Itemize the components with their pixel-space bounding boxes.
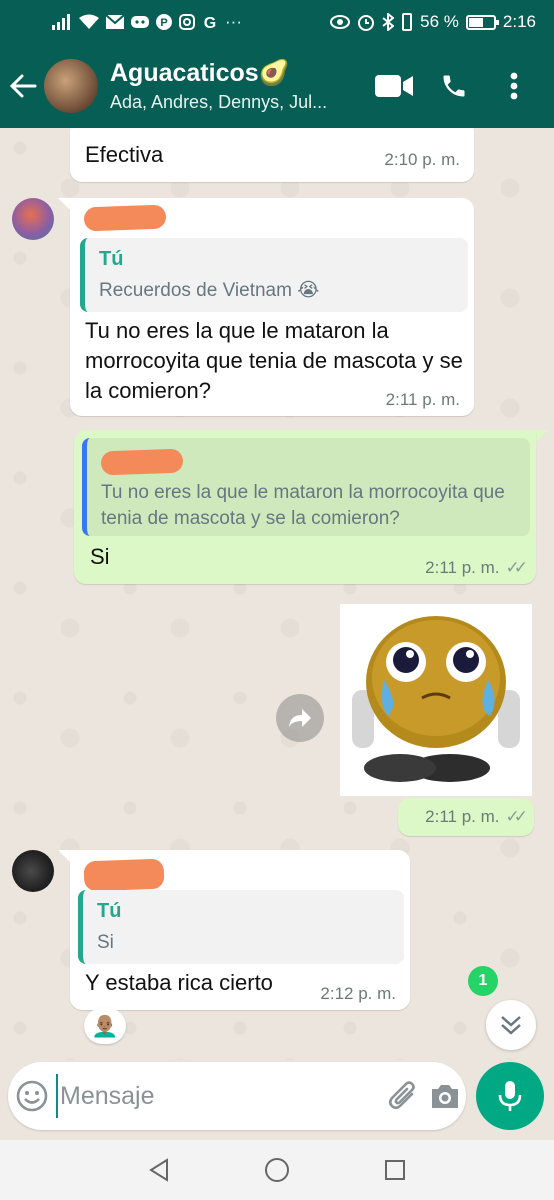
video-call-icon <box>375 75 413 97</box>
message-bubble-incoming[interactable]: Efectiva 2:10 p. m. <box>70 128 474 182</box>
message-time: 2:11 p. m. <box>386 390 460 410</box>
status-right-icons: 56 % 2:16 <box>330 12 536 32</box>
forward-button[interactable] <box>276 694 324 742</box>
message-text: Efectiva <box>85 142 164 167</box>
discord-icon <box>131 16 149 28</box>
microphone-icon <box>498 1081 522 1111</box>
camera-button[interactable] <box>424 1062 466 1130</box>
quote-text: Tu no eres la que le mataron la morrocoy… <box>101 482 505 529</box>
message-time: 2:11 p. m. ✓✓ <box>425 807 528 827</box>
more-options-button[interactable] <box>484 56 544 116</box>
nav-recents-button[interactable] <box>365 1140 425 1200</box>
message-bubble-incoming[interactable]: Tú Si Y estaba rica cierto 2:12 p. m. <box>70 850 410 1010</box>
eye-icon <box>330 15 351 29</box>
nav-back-icon <box>149 1158 168 1182</box>
sender-name-redacted <box>83 858 165 892</box>
emoji-button[interactable] <box>8 1062 56 1130</box>
message-text: Si <box>90 544 110 569</box>
quoted-sender-redacted <box>100 448 184 476</box>
time-text: 2:10 p. m. <box>384 150 460 169</box>
quote-text: Si <box>97 932 114 953</box>
camera-icon <box>432 1085 458 1108</box>
time-text: 2:11 p. m. <box>425 558 500 577</box>
emoji-icon <box>16 1080 48 1112</box>
message-time: 2:10 p. m. <box>384 150 460 170</box>
system-nav-bar <box>0 1140 554 1200</box>
quote-author: Tú <box>99 248 124 270</box>
battery-icon <box>465 14 499 30</box>
time-text: 2:12 p. m. <box>320 984 396 1003</box>
nav-recents-icon <box>385 1160 405 1180</box>
paperclip-icon <box>388 1081 415 1110</box>
more-notifications: ··· <box>225 12 242 31</box>
svg-text:G: G <box>204 15 216 30</box>
message-reaction[interactable]: 👨🏽‍🦲 <box>84 1008 126 1044</box>
video-call-button[interactable] <box>364 56 424 116</box>
message-text: Y estaba rica cierto <box>85 970 273 995</box>
wifi-icon <box>79 14 99 29</box>
nav-back-button[interactable] <box>129 1140 189 1200</box>
forward-icon <box>289 709 311 727</box>
crying-sticker-image <box>352 616 520 782</box>
voice-call-icon <box>443 75 465 97</box>
chat-header: Aguacaticos🥑 Ada, Andres, Dennys, Jul... <box>0 44 554 128</box>
chat-title: Aguacaticos🥑 <box>110 59 364 88</box>
chat-area[interactable]: Efectiva 2:10 p. m. Tú Recuerdos de Viet… <box>0 128 554 1060</box>
quote-author: Tú <box>97 900 122 922</box>
voice-call-button[interactable] <box>424 56 484 116</box>
nav-home-button[interactable] <box>247 1140 307 1200</box>
chat-title-text: Aguacaticos <box>110 59 259 87</box>
scroll-to-bottom-button[interactable] <box>486 1000 536 1050</box>
mail-icon <box>106 15 124 29</box>
header-actions <box>364 56 554 116</box>
message-time: 2:12 p. m. <box>320 984 396 1004</box>
quote-text: Recuerdos de Vietnam 😭 <box>99 280 320 301</box>
double-check-icon: ✓✓ <box>505 807 528 826</box>
message-bubble-outgoing[interactable]: Tu no eres la que le mataron la morrocoy… <box>74 430 536 584</box>
instagram-icon <box>179 14 195 30</box>
alarm-icon <box>358 15 375 31</box>
double-check-icon: ✓✓ <box>505 558 528 577</box>
bubble-tail <box>534 430 548 444</box>
double-chevron-down-icon <box>501 1016 521 1035</box>
quoted-message[interactable]: Tú Recuerdos de Vietnam 😭 <box>80 238 468 312</box>
sticker-time-bubble: 2:11 p. m. ✓✓ <box>398 798 534 836</box>
avocado-emoji: 🥑 <box>258 59 290 87</box>
chat-members: Ada, Andres, Dennys, Jul... <box>110 92 328 112</box>
message-bubble-incoming[interactable]: Tú Recuerdos de Vietnam 😭 Tu no eres la … <box>70 198 474 416</box>
unread-count-badge: 1 <box>468 966 498 996</box>
member-avatar[interactable] <box>12 198 54 240</box>
vibrate-icon <box>402 13 413 31</box>
pinterest-icon: P <box>156 14 172 30</box>
attach-button[interactable] <box>382 1062 424 1130</box>
status-left-icons: P G ··· <box>52 12 242 32</box>
battery-percent: 56 % <box>420 12 459 31</box>
quoted-message[interactable]: Tu no eres la que le mataron la morrocoy… <box>82 438 530 536</box>
signal-icon <box>52 14 70 30</box>
voice-message-button[interactable] <box>476 1062 544 1130</box>
svg-text:P: P <box>160 17 167 29</box>
sticker-crying-emoji[interactable] <box>340 604 532 796</box>
sender-name-redacted <box>83 204 167 232</box>
back-arrow-icon <box>9 74 37 98</box>
status-bar: P G ··· 56 % 2:16 <box>0 0 554 44</box>
bluetooth-icon <box>382 13 395 31</box>
quoted-message[interactable]: Tú Si <box>78 890 404 964</box>
time-text: 2:11 p. m. <box>425 807 500 826</box>
group-avatar[interactable] <box>44 59 98 113</box>
chat-info[interactable]: Aguacaticos🥑 Ada, Andres, Dennys, Jul... <box>110 59 364 113</box>
time-text: 2:11 p. m. <box>385 390 460 409</box>
back-button[interactable] <box>0 44 46 128</box>
clock: 2:16 <box>502 12 536 31</box>
message-time: 2:11 p. m. ✓✓ <box>425 558 528 578</box>
google-icon: G <box>204 15 216 30</box>
nav-home-icon <box>265 1158 289 1182</box>
message-input[interactable] <box>56 1074 382 1118</box>
more-vert-icon <box>510 72 518 100</box>
composer-bar <box>8 1062 466 1130</box>
member-avatar[interactable] <box>12 850 54 892</box>
